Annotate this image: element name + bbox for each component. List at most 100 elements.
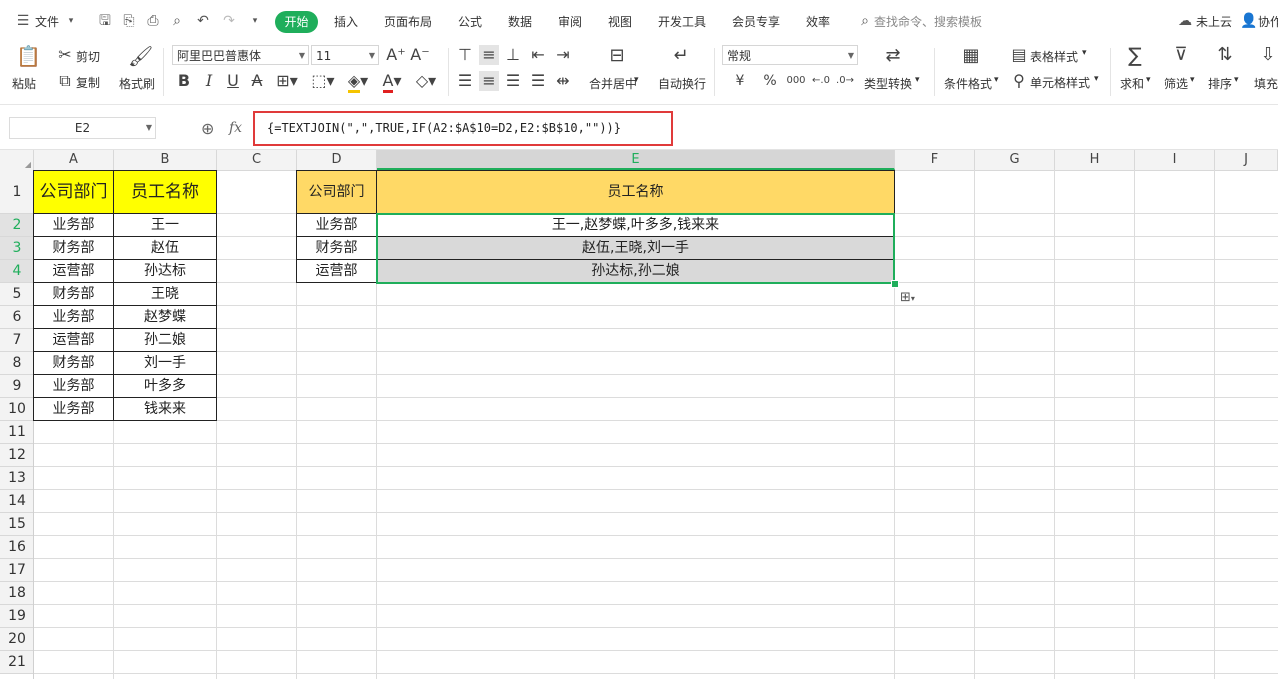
formula-input[interactable]: {=TEXTJOIN(",",TRUE,IF(A2:$A$10=D2,E2:$B…	[253, 111, 673, 146]
column-header-h[interactable]: H	[1055, 150, 1135, 170]
table-cell[interactable]: 叶多多	[113, 374, 217, 398]
paste-button[interactable]: 粘贴	[12, 75, 36, 92]
wrap-text-icon[interactable]: ↵	[670, 46, 692, 66]
align-center-icon[interactable]: ≡	[479, 71, 499, 91]
hamburger-menu-icon[interactable]: ☰	[14, 12, 32, 30]
increase-decimal-icon[interactable]: ←.0	[810, 71, 832, 91]
row-header-13[interactable]: 13	[0, 467, 34, 490]
table-cell[interactable]: 钱来来	[113, 397, 217, 421]
conditional-format-button[interactable]: 条件格式	[944, 75, 992, 92]
filter-icon[interactable]: ⊽	[1170, 45, 1192, 65]
number-format-select[interactable]: 常规 ▼	[722, 45, 858, 65]
filter-button[interactable]: 筛选	[1164, 75, 1188, 92]
row-header-21[interactable]: 21	[0, 651, 34, 674]
print-preview-icon[interactable]: ⌕	[168, 12, 186, 30]
type-convert-button[interactable]: 类型转换	[864, 75, 912, 92]
chevron-down-icon[interactable]: ▾	[915, 75, 920, 85]
row-header-4[interactable]: 4	[0, 260, 34, 283]
chevron-down-icon[interactable]: ▾	[994, 75, 999, 85]
result-cell-e3[interactable]: 赵伍,王晓,刘一手	[376, 236, 895, 260]
table-style-icon[interactable]: ▤	[1010, 45, 1028, 65]
tab-member[interactable]: 会员专享	[732, 13, 780, 30]
result-cell-e2[interactable]: 王一,赵梦蝶,叶多多,钱来来	[376, 213, 895, 237]
decrease-decimal-icon[interactable]: .0→	[834, 71, 856, 91]
collaborate-button[interactable]: 协作	[1258, 13, 1278, 30]
row-header-6[interactable]: 6	[0, 306, 34, 329]
clear-format-icon[interactable]: ◇▾	[412, 71, 440, 91]
distribute-icon[interactable]: ⇹	[553, 71, 573, 91]
row-header-8[interactable]: 8	[0, 352, 34, 375]
table-cell[interactable]: 财务部	[33, 236, 114, 260]
header-cell-department[interactable]: 公司部门	[33, 170, 114, 214]
row-header-7[interactable]: 7	[0, 329, 34, 352]
merge-center-icon[interactable]: ⊟	[606, 46, 628, 66]
row-header-10[interactable]: 10	[0, 398, 34, 421]
tab-data[interactable]: 数据	[508, 13, 532, 30]
file-menu[interactable]: 文件	[35, 13, 59, 30]
search-command-input[interactable]: 查找命令、搜索模板	[874, 13, 982, 30]
collaborate-icon[interactable]: 👤	[1240, 12, 1258, 30]
column-header-a[interactable]: A	[34, 150, 114, 170]
type-convert-icon[interactable]: ⇄	[882, 46, 904, 66]
table-cell[interactable]: 运营部	[33, 328, 114, 352]
increase-indent-icon[interactable]: ⇥	[553, 45, 573, 65]
table-cell[interactable]: 业务部	[33, 374, 114, 398]
column-header-i[interactable]: I	[1135, 150, 1215, 170]
zoom-formula-icon[interactable]: ⊕	[201, 119, 214, 138]
table-cell[interactable]: 赵梦蝶	[113, 305, 217, 329]
row-header-12[interactable]: 12	[0, 444, 34, 467]
header-cell-employee[interactable]: 员工名称	[113, 170, 217, 214]
fx-icon[interactable]: fx	[229, 120, 242, 136]
font-size-select[interactable]: 11 ▼	[311, 45, 379, 65]
align-bottom-icon[interactable]: ⊥	[503, 45, 523, 65]
font-color-icon[interactable]: A▾	[378, 71, 406, 93]
result-cell-e4[interactable]: 孙达标,孙二娘	[376, 259, 895, 283]
strikethrough-icon[interactable]: A	[248, 71, 266, 91]
row-header-3[interactable]: 3	[0, 237, 34, 260]
column-header-d[interactable]: D	[297, 150, 377, 170]
table-cell[interactable]: 业务部	[33, 213, 114, 237]
table-style-button[interactable]: 表格样式	[1030, 48, 1078, 65]
sum-button[interactable]: 求和	[1120, 75, 1144, 92]
fill-pattern-icon[interactable]: ⬚▾	[308, 71, 338, 91]
save-icon[interactable]: 🖫	[96, 12, 114, 30]
quick-options-button[interactable]: ⊞▾	[900, 289, 928, 307]
tab-formulas[interactable]: 公式	[458, 13, 482, 30]
currency-button[interactable]: ¥	[727, 71, 753, 91]
align-left-icon[interactable]: ☰	[455, 71, 475, 91]
table-cell[interactable]: 财务部	[296, 236, 377, 260]
fill-icon[interactable]: ⇩	[1258, 45, 1278, 65]
border-icon[interactable]: ⊞▾	[274, 71, 300, 91]
chevron-down-icon[interactable]: ▾	[634, 75, 639, 85]
sum-icon[interactable]: ∑	[1124, 45, 1146, 65]
tab-home[interactable]: 开始	[275, 11, 318, 33]
table-cell[interactable]: 赵伍	[113, 236, 217, 260]
chevron-down-icon[interactable]: ▾	[62, 12, 80, 30]
column-header-e[interactable]: E	[377, 150, 895, 170]
underline-button[interactable]: U	[224, 71, 242, 91]
tab-view[interactable]: 视图	[608, 13, 632, 30]
table-cell[interactable]: 王一	[113, 213, 217, 237]
row-header-14[interactable]: 14	[0, 490, 34, 513]
column-header-c[interactable]: C	[217, 150, 297, 170]
sort-icon[interactable]: ⇅	[1214, 45, 1236, 65]
export-icon[interactable]: ⎘	[120, 12, 138, 30]
format-painter-button[interactable]: 格式刷	[119, 75, 155, 92]
redo-icon[interactable]: ↷	[220, 12, 238, 30]
table-cell[interactable]: 业务部	[296, 213, 377, 237]
cell-style-button[interactable]: 单元格样式	[1030, 74, 1090, 91]
fill-button[interactable]: 填充	[1254, 75, 1278, 92]
cloud-status[interactable]: 未上云	[1196, 13, 1232, 30]
conditional-format-icon[interactable]: ▦	[960, 46, 982, 66]
row-header-19[interactable]: 19	[0, 605, 34, 628]
align-right-icon[interactable]: ☰	[503, 71, 523, 91]
row-header-1[interactable]: 1	[0, 170, 34, 214]
row-header-17[interactable]: 17	[0, 559, 34, 582]
table-cell[interactable]: 孙达标	[113, 259, 217, 283]
chevron-down-icon[interactable]: ▾	[1190, 75, 1195, 85]
copy-button[interactable]: 复制	[76, 74, 100, 91]
fill-color-icon[interactable]: ◈▾	[343, 71, 373, 93]
cell-style-icon[interactable]: ⚲	[1010, 71, 1028, 91]
header-cell-employee-joined[interactable]: 员工名称	[376, 170, 895, 214]
undo-icon[interactable]: ↶	[194, 12, 212, 30]
